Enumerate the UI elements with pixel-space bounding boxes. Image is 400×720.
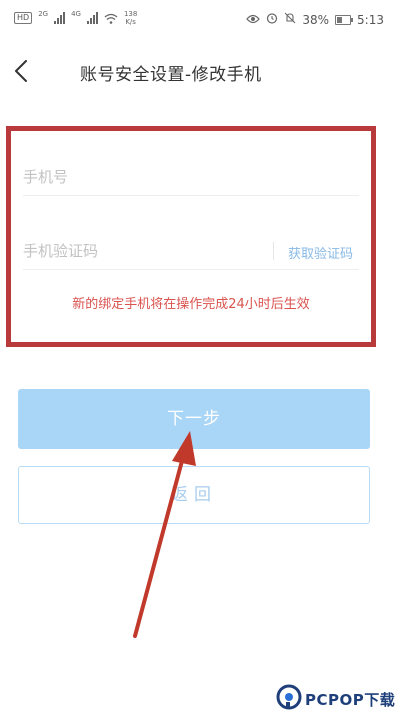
return-button[interactable]: 返回 <box>18 466 370 524</box>
phone-form-highlight: 获取验证码 新的绑定手机将在操作完成24小时后生效 <box>6 126 376 347</box>
phone-field <box>23 159 359 196</box>
wifi-icon <box>104 13 118 24</box>
verification-code-input[interactable] <box>23 233 243 269</box>
get-code-button[interactable]: 获取验证码 <box>288 243 353 262</box>
speed-unit: K/s <box>125 18 136 26</box>
page-title: 账号安全设置-修改手机 <box>80 65 262 85</box>
clock: 5:13 <box>357 12 384 27</box>
signal-icon-2 <box>86 12 98 24</box>
network-speed: 138 K/s <box>124 10 137 26</box>
speed-value: 138 <box>123 10 138 18</box>
annotation-arrow-icon <box>133 431 196 638</box>
mute-icon <box>284 12 296 27</box>
battery-icon <box>335 14 354 25</box>
status-bar: HD 2G 4G 138 K/s 38% 5:13 <box>0 0 400 42</box>
verification-code-field: 获取验证码 <box>23 233 359 270</box>
watermark: PCPOP下载 <box>276 684 395 714</box>
watermark-text: PCPOP下载 <box>305 690 396 709</box>
chevron-left-icon[interactable] <box>6 54 36 88</box>
field-divider <box>273 242 274 260</box>
notice-text: 新的绑定手机将在操作完成24小时后生效 <box>72 297 310 312</box>
next-step-button[interactable]: 下一步 <box>18 389 370 449</box>
alarm-icon <box>266 12 278 27</box>
eye-icon <box>246 13 261 27</box>
phone-input[interactable] <box>23 159 243 195</box>
status-left: HD 2G 4G 138 K/s <box>14 10 137 26</box>
signal-icon <box>54 12 66 24</box>
status-right: 38% 5:13 <box>246 12 384 27</box>
battery-fill <box>337 16 343 23</box>
network-type-2: 4G <box>71 10 81 18</box>
network-type-1: 2G <box>38 10 49 18</box>
header: 账号安全设置-修改手机 <box>0 52 400 92</box>
pcpop-logo-icon <box>276 684 302 714</box>
sim-badge: HD <box>14 12 33 24</box>
battery-percent: 38% <box>302 12 330 27</box>
